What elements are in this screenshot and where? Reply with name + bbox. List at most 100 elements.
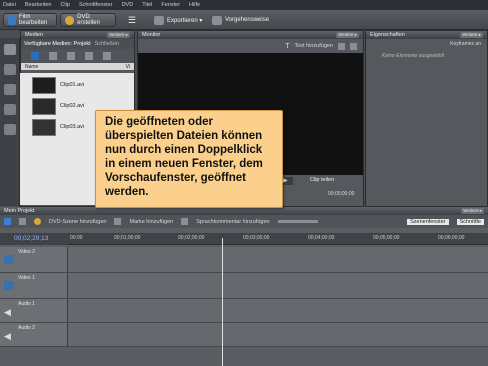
track-video-2[interactable]: Video 2 <box>0 247 488 273</box>
properties-more-button[interactable]: Weitere ▸ <box>460 32 483 38</box>
video-track-icon <box>4 255 14 264</box>
monitor-toolbar: T Text hinzufügen <box>138 39 363 53</box>
dvd-scene-icon <box>34 218 41 225</box>
project-toolbar: DVD-Szene hinzufügen Marke hinzufügen Sp… <box>0 215 488 228</box>
monitor-options-icon[interactable] <box>350 42 357 50</box>
track-audio-2[interactable]: ◀ Audio 2 <box>0 323 488 347</box>
ruler-label: 00;02;00;00 <box>178 235 205 241</box>
project-panel-header: Mein Projekt Weitere ▸ <box>0 207 488 215</box>
media-panel-header: Medien Weitere ▸ <box>21 31 134 39</box>
media-more-button[interactable]: Weitere ▸ <box>107 32 130 38</box>
track-header: ◀ Audio 1 <box>0 299 68 322</box>
ruler-label: 00;01;00;00 <box>114 235 141 241</box>
properties-panel: Eigenschaften Weitere ▸ Keyframes an Kei… <box>365 30 488 207</box>
ruler-label: 00;03;00;00 <box>243 235 270 241</box>
current-timecode: 00;02;29;13 <box>14 235 49 242</box>
transitions-icon[interactable] <box>4 104 16 115</box>
timeline-tab[interactable]: Schnittfe <box>456 218 484 225</box>
dvd-create-button[interactable]: DVD erstellen <box>60 13 116 27</box>
menu-hilfe[interactable]: Hilfe <box>189 2 200 8</box>
media-icon[interactable] <box>4 64 16 75</box>
play-icon[interactable]: ▶ <box>283 177 293 185</box>
export-label: Exportieren ▾ <box>167 17 203 24</box>
properties-panel-title: Eigenschaften <box>370 32 405 38</box>
keyframes-toggle[interactable]: Keyframes an <box>366 39 487 49</box>
capture-icon[interactable] <box>4 44 16 55</box>
ruler-label: 00;04;00;00 <box>308 235 335 241</box>
clip01-name[interactable]: Clip01.avi <box>60 82 84 88</box>
track-label: Video 2 <box>18 249 35 255</box>
titles-icon[interactable] <box>4 124 16 135</box>
add-dvd-scene-button[interactable]: DVD-Szene hinzufügen <box>49 219 106 225</box>
select-tool-icon[interactable] <box>19 218 26 225</box>
text-tool-icon: T <box>285 42 290 50</box>
project-panel-title: Mein Projekt <box>4 208 35 214</box>
export-icon <box>154 15 164 25</box>
ruler-label: 00:00 <box>70 235 83 241</box>
clip01-thumbnail[interactable] <box>32 77 56 94</box>
column-name[interactable]: Name <box>25 64 38 70</box>
menu-clip[interactable]: Clip <box>60 2 69 8</box>
menu-fenster[interactable]: Fenster <box>161 2 180 8</box>
list-view-icon[interactable] <box>31 52 39 60</box>
time-ruler[interactable]: 00:00 00;01;00;00 00;02;00;00 00;03;00;0… <box>68 233 488 245</box>
film-edit-button[interactable]: Film bearbeiten <box>3 13 57 27</box>
menu-icon: ☰ <box>128 14 137 25</box>
film-edit-label: Film bearbeiten <box>18 14 48 26</box>
zoom-slider[interactable] <box>277 220 318 223</box>
tab-close[interactable]: Schließen <box>95 41 119 47</box>
delete-icon[interactable] <box>103 52 111 60</box>
audio-filter-icon[interactable] <box>49 52 57 60</box>
safe-margin-icon[interactable] <box>338 42 345 50</box>
menu-schnittfenster[interactable]: Schnittfenster <box>79 2 113 8</box>
timecode-area: 00;02;29;13 <box>0 233 68 245</box>
split-clip-button[interactable]: Clip teilen <box>310 177 334 183</box>
menu-datei[interactable]: Datei <box>3 2 16 8</box>
video-track-icon <box>4 281 14 290</box>
clip02-thumbnail[interactable] <box>32 98 56 115</box>
track-arrow-icon[interactable] <box>4 218 11 225</box>
film-icon <box>8 15 16 25</box>
media-tool-row <box>21 49 134 63</box>
clip03-name[interactable]: Clip03.avi <box>60 124 84 130</box>
clip03-thumbnail[interactable] <box>32 119 56 136</box>
track-label: Audio 1 <box>18 301 35 307</box>
video-filter-icon[interactable] <box>67 52 75 60</box>
help-book-icon <box>212 15 222 25</box>
tab-available-media[interactable]: Verfügbare Medien: Projekt <box>24 41 91 47</box>
media-column-header: Name Vi <box>21 63 134 70</box>
menu-bearbeiten[interactable]: Bearbeiten <box>25 2 52 8</box>
export-button[interactable]: Exportieren ▾ <box>150 13 208 27</box>
playhead[interactable] <box>222 238 223 366</box>
add-marker-button[interactable]: Marke hinzufügen <box>129 219 173 225</box>
effects-icon[interactable] <box>4 84 16 95</box>
menu-titel[interactable]: Titel <box>142 2 152 8</box>
toolbar-menu-button[interactable]: ☰ <box>124 13 140 27</box>
still-filter-icon[interactable] <box>85 52 93 60</box>
how-to-label: Vorgehensweise <box>225 17 270 23</box>
track-audio-1[interactable]: ◀ Audio 1 <box>0 299 488 323</box>
track-video-1[interactable]: Video 1 <box>0 273 488 299</box>
menu-dvd[interactable]: DVD <box>122 2 134 8</box>
add-narration-button[interactable]: Sprachkommentar hinzufügen <box>196 219 269 225</box>
track-label: Video 1 <box>18 275 35 281</box>
media-sidebar <box>0 38 20 206</box>
dvd-icon <box>65 15 75 25</box>
properties-empty-text: Keine Elemente ausgewählt <box>382 53 444 59</box>
track-header: Video 2 <box>0 247 68 272</box>
main-toolbar: Film bearbeiten DVD erstellen ☰ Exportie… <box>0 10 488 30</box>
scene-window-tab[interactable]: Szenenfenster <box>407 218 449 225</box>
project-more-button[interactable]: Weitere ▸ <box>461 208 484 214</box>
add-text-button[interactable]: Text hinzufügen <box>294 43 333 49</box>
dvd-create-label: DVD erstellen <box>77 14 100 26</box>
speaker-icon: ◀ <box>4 307 11 317</box>
marker-icon <box>114 218 122 225</box>
tutorial-callout: Die geöffneten oder überspielten Dateien… <box>95 110 283 208</box>
clip02-name[interactable]: Clip02.avi <box>60 103 84 109</box>
monitor-more-button[interactable]: Weitere ▸ <box>336 32 359 38</box>
monitor-panel-header: Monitor Weitere ▸ <box>138 31 363 39</box>
media-tabs: Verfügbare Medien: Projekt Schließen <box>21 39 134 49</box>
how-to-button[interactable]: Vorgehensweise <box>208 13 274 27</box>
media-panel-title: Medien <box>25 32 44 38</box>
column-vi[interactable]: Vi <box>126 64 130 70</box>
